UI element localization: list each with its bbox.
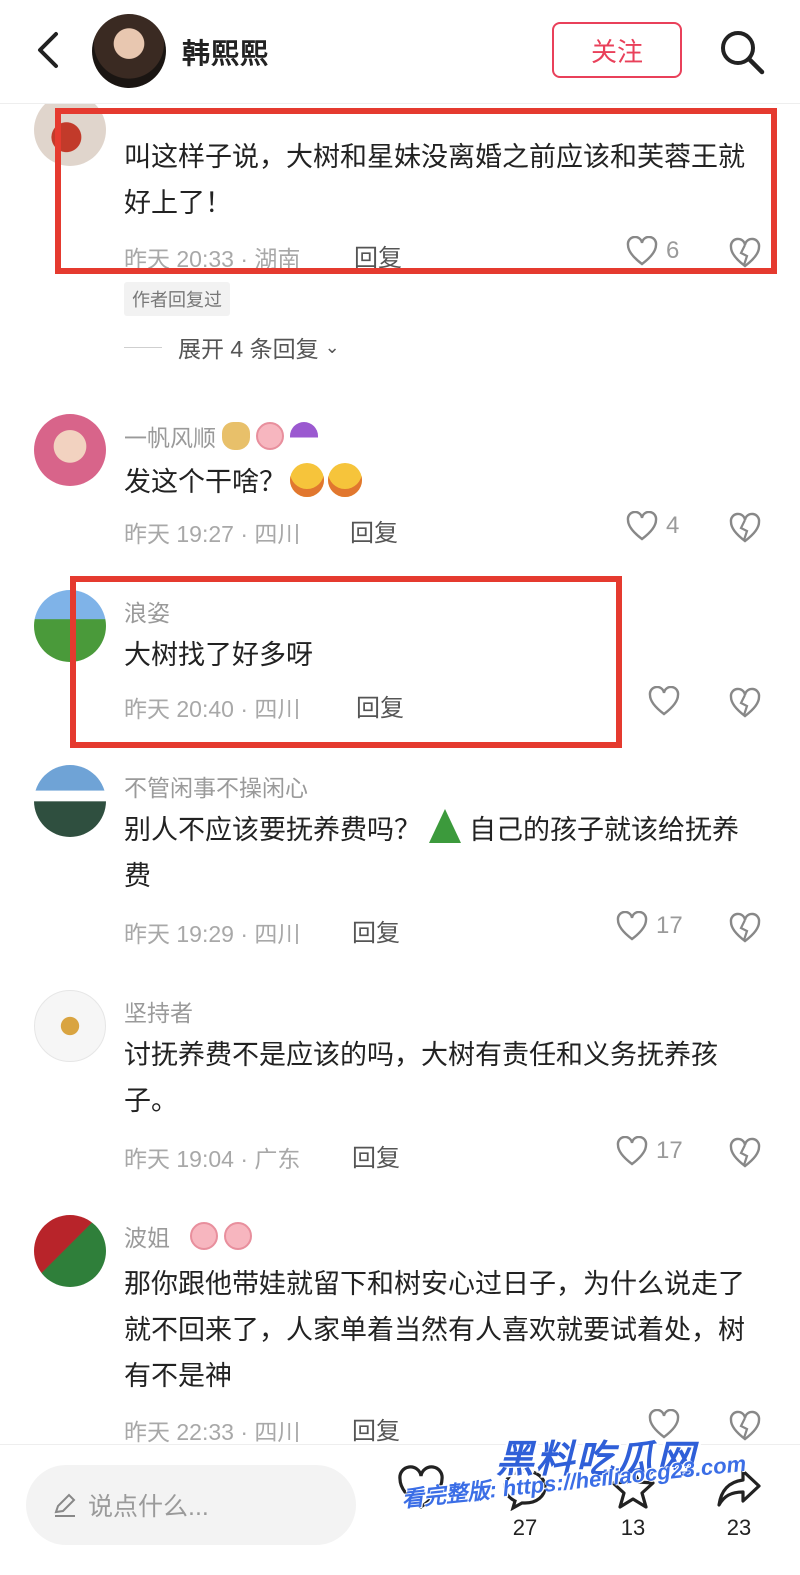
heart-icon — [626, 236, 658, 266]
share-button[interactable]: 23 — [704, 1465, 774, 1565]
laughing-emoji-icon — [290, 463, 324, 497]
like-button[interactable]: 17 — [616, 911, 683, 941]
commenter-name[interactable]: 浪姿 — [124, 594, 170, 628]
comment-item: 叫这样子说，大树和星妹没离婚之前应该和芙蓉王就好上了！ 昨天 20:33 · 湖… — [0, 104, 800, 374]
author-avatar[interactable] — [92, 14, 166, 88]
comment-time-location: 昨天 20:40 · 四川 — [124, 696, 301, 722]
commenter-name[interactable]: 一帆风顺 — [124, 419, 324, 453]
comment-item: 波姐 那你跟他带娃就留下和树安心过日子，为什么说走了就不回来了，人家单着当然有人… — [0, 1209, 800, 1444]
comment-text: 那你跟他带娃就留下和树安心过日子，为什么说走了就不回来了，人家单着当然有人喜欢就… — [124, 1269, 745, 1391]
comment-input[interactable]: 说点什么... — [26, 1465, 356, 1545]
money-bag-icon — [222, 422, 251, 450]
reply-button[interactable]: 回复 — [352, 1411, 400, 1444]
heart-icon — [648, 686, 680, 716]
pig-face-icon — [256, 422, 285, 450]
like-count: 4 — [666, 512, 680, 539]
reply-button[interactable]: 回复 — [352, 1138, 400, 1173]
dislike-icon[interactable] — [728, 911, 762, 943]
commenter-avatar[interactable] — [34, 590, 106, 662]
expand-label: 展开 4 条回复 — [178, 336, 319, 362]
reply-button[interactable]: 回复 — [350, 513, 398, 548]
comment-text: 大树找了好多呀 — [124, 640, 313, 670]
like-button[interactable]: 6 — [626, 236, 679, 266]
divider-line — [124, 346, 162, 348]
pig-face-icon — [190, 1222, 219, 1250]
chevron-down-icon: ⌄ — [324, 336, 340, 357]
comment-input-placeholder: 说点什么... — [88, 1493, 209, 1521]
like-button[interactable]: 17 — [616, 1136, 683, 1166]
umbrella-icon — [290, 422, 319, 450]
comment-item: 浪姿 大树找了好多呀 昨天 20:40 · 四川 回复 — [0, 584, 800, 734]
heart-icon — [398, 1465, 444, 1509]
comment-text: 讨抚养费不是应该的吗，大树有责任和义务抚养孩子。 — [124, 1040, 718, 1116]
commenter-avatar[interactable] — [34, 1215, 106, 1287]
comment-text: 发这个干啥？ — [124, 459, 764, 505]
commenter-name[interactable]: 坚持者 — [124, 994, 193, 1028]
laughing-emoji-icon — [328, 463, 362, 497]
comment-count: 27 — [512, 1515, 538, 1540]
like-count: 17 — [656, 912, 683, 939]
comment-time-location: 昨天 22:33 · 四川 — [124, 1419, 301, 1444]
reply-button[interactable]: 回复 — [352, 913, 400, 948]
christmas-tree-icon — [429, 809, 461, 843]
comment-time-location: 昨天 19:29 · 四川 — [124, 921, 301, 947]
bottom-action-bar: 说点什么... 27 13 23 — [0, 1444, 800, 1575]
favorite-button[interactable]: 13 — [598, 1465, 668, 1565]
dislike-icon[interactable] — [728, 686, 762, 718]
like-post-button[interactable] — [386, 1465, 456, 1565]
comment-text: 叫这样子说，大树和星妹没离婚之前应该和芙蓉王就好上了！ — [124, 142, 745, 218]
like-count: 6 — [666, 237, 680, 264]
author-name[interactable]: 韩熙熙 — [182, 32, 269, 72]
comment-count-button[interactable]: 27 — [490, 1465, 560, 1565]
share-count: 23 — [726, 1515, 752, 1540]
star-count: 13 — [620, 1515, 646, 1540]
author-replied-badge: 作者回复过 — [124, 282, 230, 316]
dislike-icon[interactable] — [728, 1409, 762, 1441]
like-button[interactable]: 4 — [626, 511, 679, 541]
heart-icon — [616, 1136, 648, 1166]
dislike-icon[interactable] — [728, 1136, 762, 1168]
pencil-icon — [54, 1493, 76, 1517]
comment-item: 一帆风顺 发这个干啥？ 昨天 19:27 · 四川 回复 4 — [0, 409, 800, 559]
expand-replies-button[interactable]: 展开 4 条回复 ⌄ — [124, 330, 340, 364]
comment-item: 不管闲事不操闲心 别人不应该要抚养费吗？ 自己的孩子就该给抚养费 昨天 19:29… — [0, 759, 800, 959]
back-icon[interactable] — [28, 28, 68, 72]
comment-list: 叫这样子说，大树和星妹没离婚之前应该和芙蓉王就好上了！ 昨天 20:33 · 湖… — [0, 104, 800, 1444]
commenter-avatar[interactable] — [34, 765, 106, 837]
share-arrow-icon — [717, 1469, 761, 1507]
reply-button[interactable]: 回复 — [356, 688, 404, 723]
like-count: 17 — [656, 1137, 683, 1164]
heart-icon — [616, 911, 648, 941]
top-bar: 韩熙熙 关注 — [0, 0, 800, 104]
like-button[interactable] — [648, 1409, 680, 1439]
comment-time-location: 昨天 20:33 · 湖南 — [124, 246, 301, 272]
commenter-name[interactable]: 不管闲事不操闲心 — [124, 769, 308, 803]
commenter-name[interactable]: 波姐 — [124, 1219, 258, 1253]
reply-button[interactable]: 回复 — [354, 238, 402, 273]
star-icon — [611, 1467, 655, 1509]
commenter-avatar[interactable] — [34, 990, 106, 1062]
follow-button[interactable]: 关注 — [552, 22, 682, 78]
comment-text: 别人不应该要抚养费吗？ 自己的孩子就该给抚养费 — [124, 807, 764, 899]
pig-face-icon — [224, 1222, 253, 1250]
comment-time-location: 昨天 19:27 · 四川 — [124, 521, 301, 547]
commenter-avatar[interactable] — [34, 104, 106, 166]
search-icon[interactable] — [716, 26, 768, 78]
comment-bubble-icon — [503, 1469, 547, 1511]
heart-icon — [648, 1409, 680, 1439]
dislike-icon[interactable] — [728, 236, 762, 268]
dislike-icon[interactable] — [728, 511, 762, 543]
comment-item: 坚持者 讨抚养费不是应该的吗，大树有责任和义务抚养孩子。 昨天 19:04 · … — [0, 984, 800, 1184]
heart-icon — [626, 511, 658, 541]
commenter-avatar[interactable] — [34, 414, 106, 486]
like-button[interactable] — [648, 686, 680, 716]
comment-time-location: 昨天 19:04 · 广东 — [124, 1146, 301, 1172]
